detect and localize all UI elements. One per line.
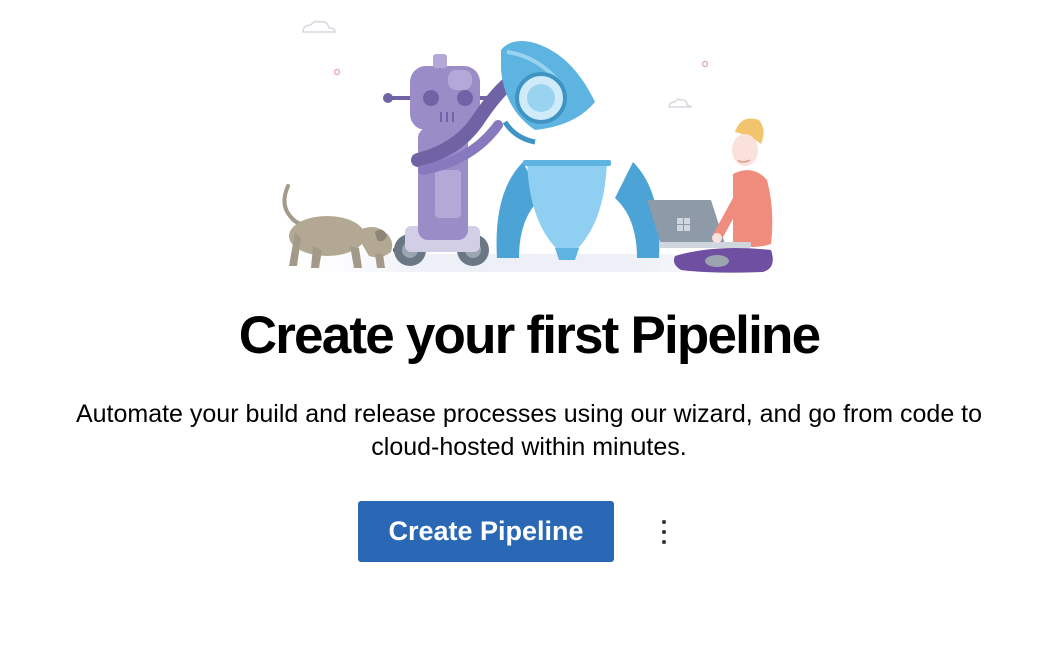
create-pipeline-button[interactable]: Create Pipeline [358,501,614,562]
empty-state-illustration [255,10,815,275]
person-with-laptop [647,118,773,273]
rocket-nose [501,41,595,145]
sparkle-icon [701,60,709,68]
page-title: Create your first Pipeline [238,306,821,365]
rocket-base [496,160,660,260]
cloud-icon [668,98,692,108]
more-dot [662,539,666,544]
more-dot [662,529,666,534]
robot [383,54,520,266]
sparkle-icon [333,68,341,76]
more-dot [662,519,666,524]
page-description: Automate your build and release processe… [75,400,983,461]
cloud-icon [302,20,336,33]
more-vertical-icon[interactable] [652,512,676,552]
action-bar: Create Pipeline [358,501,676,562]
